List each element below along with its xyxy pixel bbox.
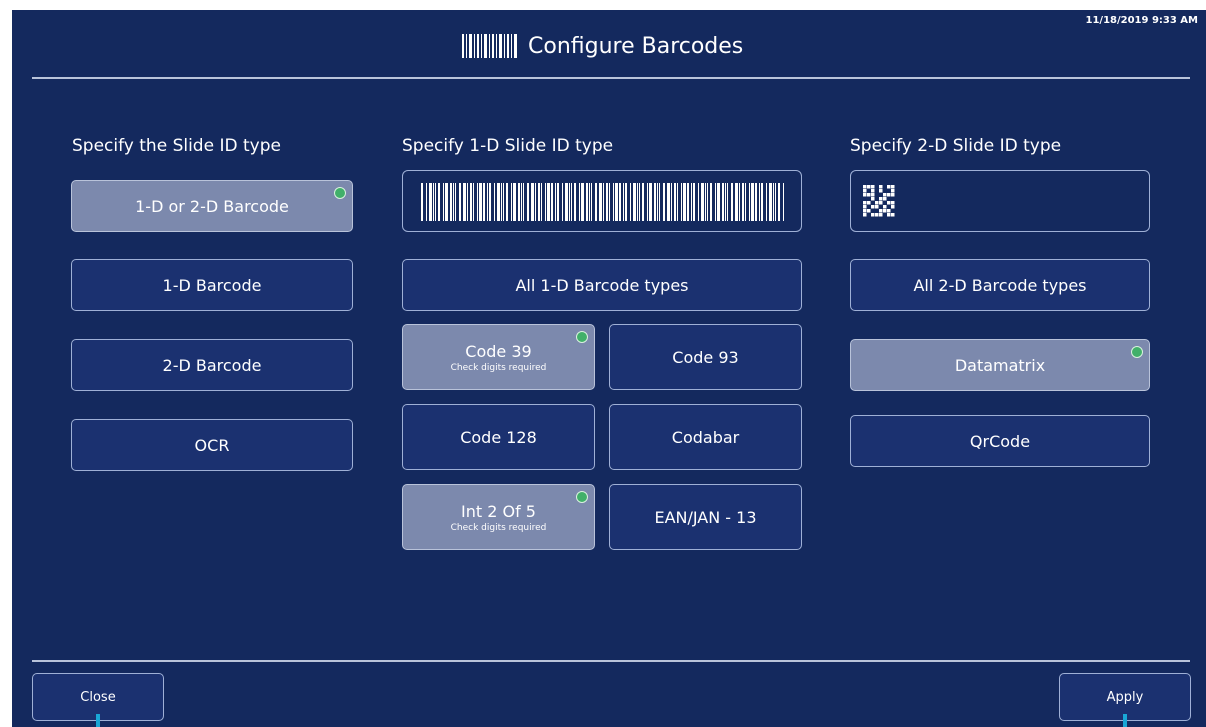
selected-indicator-icon <box>576 491 588 503</box>
button-label: 2-D Barcode <box>162 355 262 375</box>
two-d-preview <box>850 170 1150 232</box>
button-sublabel: Check digits required <box>450 522 547 533</box>
button-label: Datamatrix <box>954 355 1046 375</box>
barcode-icon <box>462 34 517 58</box>
slide-id-1d-or-2d-button[interactable]: 1-D or 2-D Barcode <box>71 180 353 232</box>
selected-indicator-icon <box>1131 346 1143 358</box>
button-label: Apply <box>1106 689 1144 705</box>
code-39-button[interactable]: Code 39 Check digits required <box>402 324 595 390</box>
slide-id-2d-button[interactable]: 2-D Barcode <box>71 339 353 391</box>
configure-barcodes-screen: Configure Barcodes 11/18/2019 9:33 AM Sp… <box>12 10 1206 727</box>
selected-indicator-icon <box>334 187 346 199</box>
code-128-button[interactable]: Code 128 <box>402 404 595 470</box>
header-divider <box>32 77 1190 79</box>
button-label: Int 2 Of 5 <box>461 501 536 521</box>
slide-id-heading: Specify the Slide ID type <box>72 136 281 156</box>
selected-indicator-icon <box>576 331 588 343</box>
all-2d-types-button[interactable]: All 2-D Barcode types <box>850 259 1150 311</box>
button-label: EAN/JAN - 13 <box>654 507 757 527</box>
button-sublabel: Check digits required <box>450 362 547 373</box>
ean-jan-13-button[interactable]: EAN/JAN - 13 <box>609 484 802 550</box>
button-label: All 1-D Barcode types <box>515 275 689 295</box>
button-label: Codabar <box>671 427 740 447</box>
all-1d-types-button[interactable]: All 1-D Barcode types <box>402 259 802 311</box>
page-title-text: Configure Barcodes <box>528 33 744 59</box>
codabar-button[interactable]: Codabar <box>609 404 802 470</box>
button-label: All 2-D Barcode types <box>913 275 1087 295</box>
two-d-heading: Specify 2-D Slide ID type <box>850 136 1062 156</box>
page-title: Configure Barcodes <box>462 32 743 60</box>
button-label: OCR <box>194 435 230 455</box>
title-bar: Configure Barcodes 11/18/2019 9:33 AM <box>12 10 1206 80</box>
int-2-of-5-button[interactable]: Int 2 Of 5 Check digits required <box>402 484 595 550</box>
button-label: QrCode <box>969 431 1031 451</box>
footer-divider <box>32 660 1190 662</box>
close-button-accent <box>96 714 100 727</box>
button-label: Close <box>80 689 116 705</box>
button-label: Code 128 <box>460 427 537 447</box>
button-label: Code 93 <box>672 347 739 367</box>
timestamp: 11/18/2019 9:33 AM <box>1085 15 1199 26</box>
slide-id-1d-button[interactable]: 1-D Barcode <box>71 259 353 311</box>
barcode-preview-icon <box>421 183 784 221</box>
one-d-heading: Specify 1-D Slide ID type <box>402 136 614 156</box>
button-label: 1-D or 2-D Barcode <box>135 196 289 216</box>
one-d-preview <box>402 170 802 232</box>
datamatrix-button[interactable]: Datamatrix <box>850 339 1150 391</box>
slide-id-ocr-button[interactable]: OCR <box>71 419 353 471</box>
button-label: 1-D Barcode <box>162 275 262 295</box>
qrcode-button[interactable]: QrCode <box>850 415 1150 467</box>
button-label: Code 39 <box>465 341 532 361</box>
qr-code-preview-icon <box>863 185 895 217</box>
apply-button-accent <box>1123 714 1127 727</box>
code-93-button[interactable]: Code 93 <box>609 324 802 390</box>
